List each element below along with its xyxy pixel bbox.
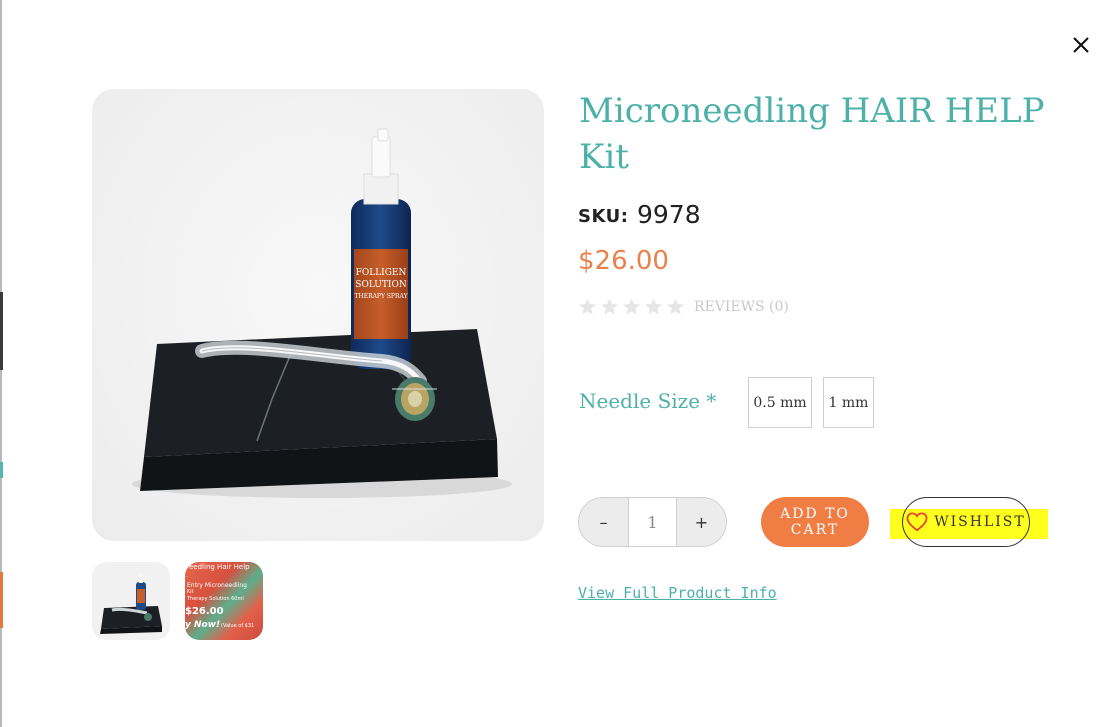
- bottle-brand-1: FOLLIGEN: [356, 268, 407, 278]
- star-icon[interactable]: [600, 297, 619, 316]
- wishlist-label: WISHLIST: [934, 514, 1026, 530]
- thumbnail-1-photo: [100, 574, 162, 634]
- thumb2-line-2: ...: [185, 573, 189, 578]
- thumb2-line-8: (Value of $31: [221, 623, 255, 629]
- thumb2-line-1: eedling Hair Help: [189, 563, 250, 571]
- quantity-decrease-button[interactable]: –: [579, 498, 628, 546]
- bottle-brand-3: THERAPY SPRAY: [354, 293, 408, 300]
- bottle-brand-2: SOLUTION: [355, 280, 407, 290]
- thumb2-line-4: Kit: [187, 589, 194, 595]
- star-icon[interactable]: [666, 297, 685, 316]
- thumb2-line-6: $26.00: [185, 606, 224, 617]
- product-main-image[interactable]: FOLLIGEN SOLUTION THERAPY SPRAY: [92, 89, 544, 541]
- star-icon[interactable]: [578, 297, 597, 316]
- close-icon: [1073, 37, 1089, 53]
- product-title: Microneedling HAIR HELP Kit: [579, 91, 1045, 177]
- view-full-product-info-link[interactable]: View Full Product Info: [578, 584, 777, 602]
- thumbnail-1[interactable]: [92, 562, 170, 640]
- product-photo: FOLLIGEN SOLUTION THERAPY SPRAY: [132, 128, 512, 498]
- quantity-stepper: – +: [578, 497, 727, 547]
- page-edge-orange: [0, 572, 3, 628]
- add-to-cart-button[interactable]: ADD TO CART: [761, 497, 869, 547]
- thumb2-line-3: Entry Microneedling: [187, 582, 247, 589]
- page-edge-teal: [0, 462, 3, 478]
- page-edge-dark: [0, 292, 3, 370]
- close-button[interactable]: [1068, 32, 1094, 58]
- quantity-input[interactable]: [628, 498, 677, 546]
- sku-value: 9978: [637, 200, 701, 229]
- sku-label: SKU:: [578, 206, 629, 227]
- star-icon[interactable]: [622, 297, 641, 316]
- quantity-increase-button[interactable]: +: [677, 498, 726, 546]
- thumbnail-2[interactable]: eedling Hair Help ... Entry Microneedlin…: [185, 562, 263, 640]
- needle-size-label: Needle Size *: [579, 389, 717, 413]
- product-price: $26.00: [578, 246, 669, 276]
- thumb2-line-5: Therapy Solution 60ml: [187, 596, 244, 602]
- needle-size-option-1mm[interactable]: 1 mm: [823, 377, 874, 428]
- rating-stars[interactable]: [578, 297, 685, 316]
- wishlist-button[interactable]: WISHLIST: [902, 497, 1030, 547]
- thumb2-line-7: y Now!: [185, 620, 221, 630]
- reviews-link[interactable]: REVIEWS (0): [694, 299, 789, 315]
- star-icon[interactable]: [644, 297, 663, 316]
- heart-icon: [906, 512, 928, 532]
- needle-size-option-0-5mm[interactable]: 0.5 mm: [748, 377, 812, 428]
